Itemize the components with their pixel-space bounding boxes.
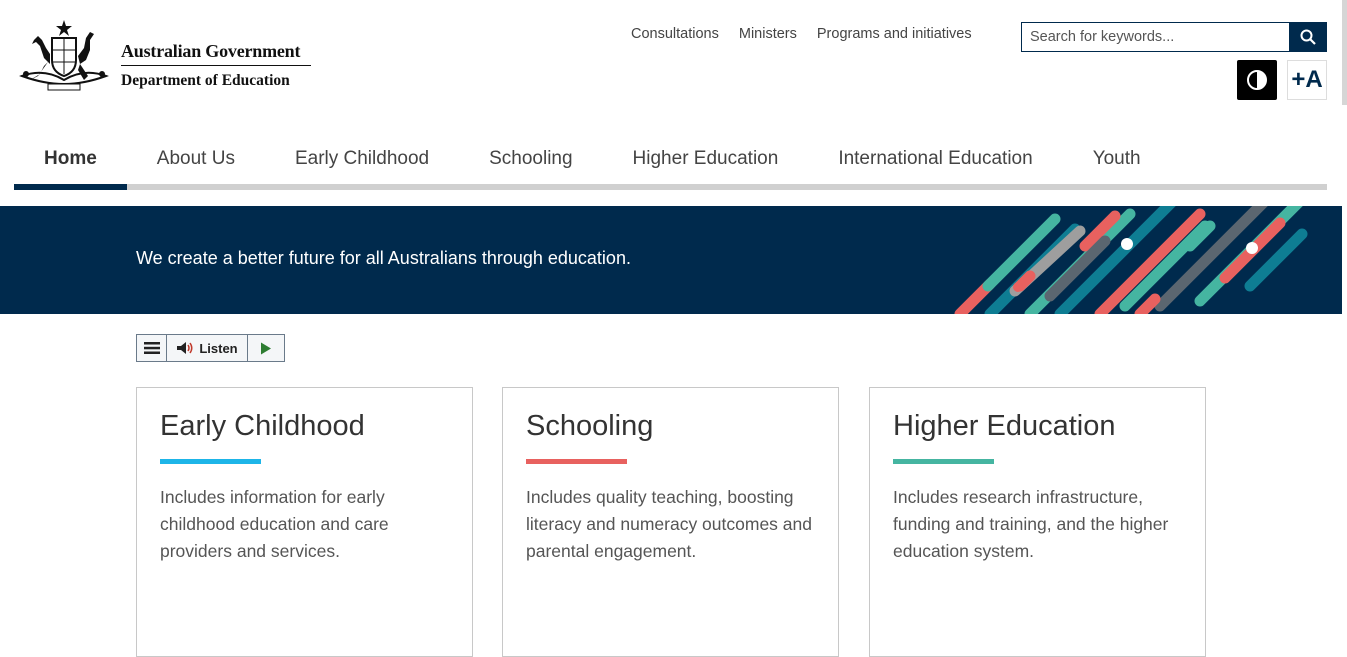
listen-toolbar: Listen xyxy=(136,334,285,362)
main-nav: Home About Us Early Childhood Schooling … xyxy=(14,135,1327,190)
play-icon xyxy=(261,342,271,354)
card-title: Schooling xyxy=(526,410,654,442)
listen-play-button[interactable] xyxy=(248,335,284,361)
coat-of-arms-icon xyxy=(19,20,109,91)
nav-item-higher-education[interactable]: Higher Education xyxy=(603,135,809,190)
increase-font-button[interactable]: +A xyxy=(1287,60,1327,100)
search-bar xyxy=(1021,22,1327,52)
nav-item-schooling[interactable]: Schooling xyxy=(459,135,602,190)
card-early-childhood[interactable]: Early Childhood Includes information for… xyxy=(136,387,473,657)
contrast-icon xyxy=(1247,70,1267,90)
listen-menu-button[interactable] xyxy=(137,335,167,361)
card-title: Higher Education xyxy=(893,410,1116,442)
logo-government-text: Australian Government xyxy=(121,40,311,66)
menu-icon xyxy=(143,342,160,354)
hero-banner: We create a better future for all Austra… xyxy=(0,206,1342,314)
card-accent-rule xyxy=(526,459,627,464)
card-higher-education[interactable]: Higher Education Includes research infra… xyxy=(869,387,1206,657)
card-description: Includes quality teaching, boosting lite… xyxy=(526,487,812,561)
nav-item-youth[interactable]: Youth xyxy=(1063,135,1171,190)
card-schooling[interactable]: Schooling Includes quality teaching, boo… xyxy=(502,387,839,657)
card-title: Early Childhood xyxy=(160,410,365,442)
nav-item-international-education[interactable]: International Education xyxy=(808,135,1062,190)
listen-label: Listen xyxy=(199,340,238,356)
utility-nav: Consultations Ministers Programs and ini… xyxy=(631,26,972,42)
programs-link[interactable]: Programs and initiatives xyxy=(817,26,972,42)
consultations-link[interactable]: Consultations xyxy=(631,26,719,42)
card-accent-rule xyxy=(893,459,994,464)
nav-item-about-us[interactable]: About Us xyxy=(127,135,265,190)
nav-item-early-childhood[interactable]: Early Childhood xyxy=(265,135,459,190)
card-description: Includes research infrastructure, fundin… xyxy=(893,487,1169,561)
logo-department-text: Department of Education xyxy=(121,72,290,89)
search-input[interactable] xyxy=(1021,22,1289,52)
decorative-stripes xyxy=(954,206,1308,314)
speaker-icon xyxy=(177,342,193,354)
listen-button[interactable]: Listen xyxy=(167,335,248,361)
banner-tagline: We create a better future for all Austra… xyxy=(136,248,631,268)
search-button[interactable] xyxy=(1289,22,1327,52)
scrollbar[interactable] xyxy=(1342,0,1347,105)
ministers-link[interactable]: Ministers xyxy=(739,26,797,42)
contrast-toggle-button[interactable] xyxy=(1237,60,1277,100)
nav-item-home[interactable]: Home xyxy=(14,135,127,190)
card-description: Includes information for early childhood… xyxy=(160,487,389,561)
department-logo[interactable]: Australian Government Department of Educ… xyxy=(14,18,314,98)
search-icon xyxy=(1300,29,1316,45)
card-accent-rule xyxy=(160,459,261,464)
